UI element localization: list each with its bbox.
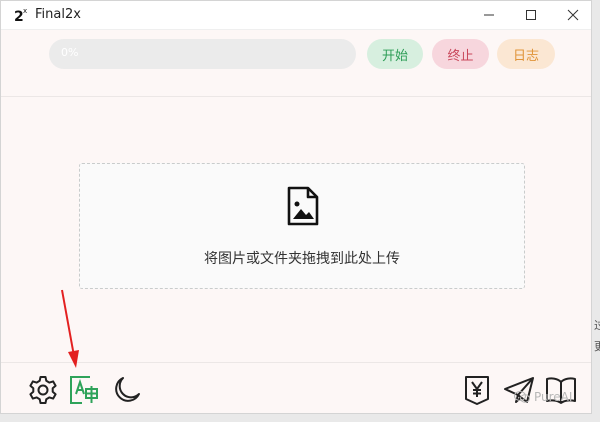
- minimize-icon: [484, 14, 494, 16]
- annotation-arrow-icon: [61, 289, 79, 368]
- dropzone-text: 将图片或文件夹拖拽到此处上传: [204, 251, 400, 267]
- maximize-icon: [526, 10, 536, 20]
- app-logo-icon: 2 x: [14, 7, 27, 24]
- language-translate-icon[interactable]: [68, 374, 100, 406]
- settings-gear-icon[interactable]: [27, 374, 59, 406]
- minimize-button[interactable]: [469, 1, 509, 29]
- watermark: PureAI: [514, 390, 572, 404]
- upload-dropzone[interactable]: 将图片或文件夹拖拽到此处上传: [79, 163, 525, 289]
- dark-mode-moon-icon[interactable]: [111, 374, 143, 406]
- background-edge-text: 更: [594, 340, 600, 353]
- background-edge-text: 过: [594, 319, 600, 332]
- progress-label: 0%: [61, 46, 79, 59]
- bottom-divider: [1, 362, 591, 363]
- watermark-text: PureAI: [534, 390, 573, 404]
- image-file-icon: [287, 186, 319, 226]
- window-title: Final2x: [35, 7, 81, 22]
- top-divider: [1, 96, 591, 97]
- svg-text:x: x: [23, 7, 27, 15]
- title-bar: 2 x Final2x: [1, 1, 591, 30]
- app-window: 2 x Final2x 0% 开始 终止 日志 将图片或文件夹拖拽到此处上传: [0, 0, 592, 414]
- maximize-button[interactable]: [511, 1, 551, 29]
- donate-yen-icon[interactable]: [461, 374, 493, 406]
- progress-bar: 0%: [49, 39, 356, 69]
- close-button[interactable]: [553, 1, 593, 29]
- wechat-icon: [514, 391, 530, 403]
- log-button[interactable]: 日志: [497, 39, 555, 69]
- start-button[interactable]: 开始: [367, 39, 423, 69]
- stop-button[interactable]: 终止: [432, 39, 489, 69]
- close-icon: [567, 9, 579, 21]
